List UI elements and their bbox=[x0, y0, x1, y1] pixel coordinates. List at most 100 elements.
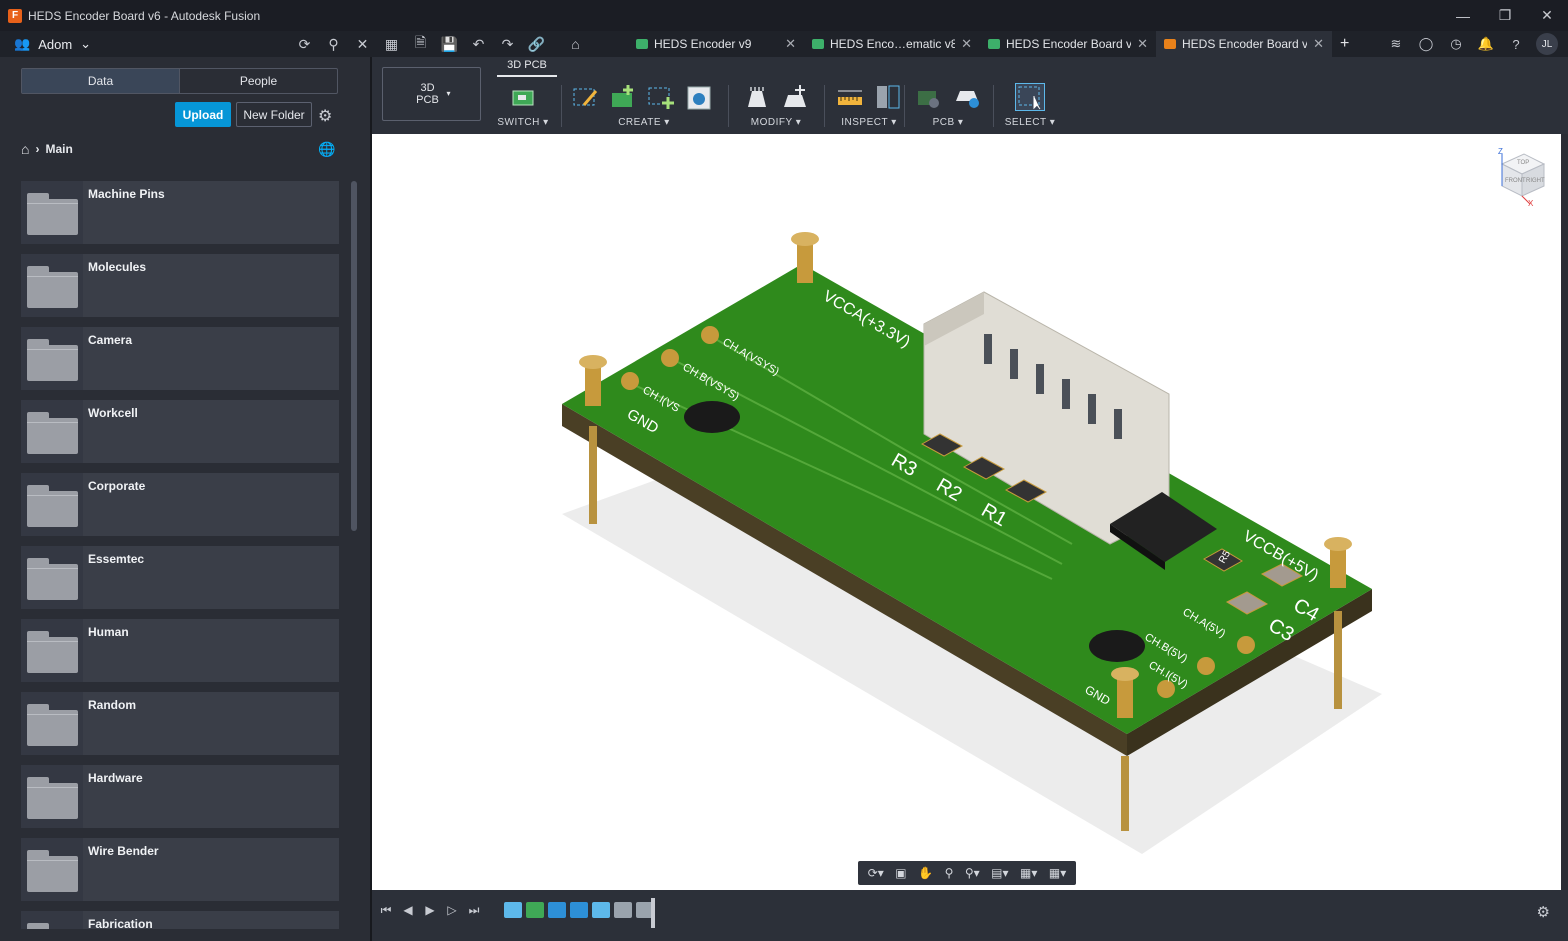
create-component-icon[interactable] bbox=[608, 83, 638, 111]
axis-x-label: X bbox=[1528, 199, 1534, 208]
folder-icon bbox=[21, 254, 83, 317]
list-item[interactable]: Camera bbox=[21, 327, 339, 390]
toolbar-separator bbox=[824, 85, 825, 127]
new-folder-button[interactable]: New Folder bbox=[236, 102, 312, 127]
refresh-icon[interactable]: ⟳ bbox=[290, 36, 319, 53]
sketch-icon[interactable] bbox=[570, 83, 600, 111]
list-item[interactable]: Machine Pins bbox=[21, 181, 339, 244]
notifications-bell-icon[interactable]: 🔔 bbox=[1476, 36, 1496, 52]
timeline-feature-image-icon[interactable] bbox=[548, 902, 566, 918]
fit-zoom-icon[interactable]: ⚲▾ bbox=[965, 866, 980, 880]
pan-hand-icon[interactable]: ✋ bbox=[918, 866, 933, 880]
timeline-feature-board-icon[interactable] bbox=[526, 902, 544, 918]
folder-list-scrollbar[interactable] bbox=[351, 181, 357, 531]
tab-data[interactable]: Data bbox=[22, 69, 179, 93]
home-icon[interactable]: ⌂ bbox=[21, 141, 29, 157]
upload-button[interactable]: Upload bbox=[175, 102, 231, 127]
undo-icon[interactable]: ↶ bbox=[464, 36, 493, 53]
pcb-sync-icon[interactable] bbox=[914, 83, 944, 111]
look-at-icon[interactable]: ▣ bbox=[895, 866, 906, 880]
folder-icon bbox=[21, 619, 83, 682]
modify-footprint-icon[interactable] bbox=[742, 83, 772, 111]
timeline-gear-icon[interactable]: ⚙ bbox=[1537, 903, 1550, 921]
play-icon[interactable]: ▶ bbox=[424, 903, 436, 918]
close-window-button[interactable]: ✕ bbox=[1526, 0, 1568, 31]
document-tab-4-active[interactable]: HEDS Encoder Board v6 ✕ bbox=[1156, 31, 1332, 57]
list-item[interactable]: Corporate bbox=[21, 473, 339, 536]
move-component-icon[interactable] bbox=[780, 83, 810, 111]
timeline-feature-sketch-icon[interactable] bbox=[592, 902, 610, 918]
workspace-switcher[interactable]: 3D PCB ▾ bbox=[382, 67, 481, 121]
3d-viewport[interactable]: VCCA(+3.3V) CH.A(VSYS) CH.B(VSYS) CH.I(V… bbox=[372, 134, 1561, 890]
timeline-feature-body-icon[interactable] bbox=[614, 902, 632, 918]
select-icon[interactable] bbox=[1015, 83, 1045, 111]
new-tab-button[interactable]: + bbox=[1332, 31, 1372, 57]
pcb-settings-icon[interactable] bbox=[952, 83, 982, 111]
tab-close-icon[interactable]: ✕ bbox=[1137, 36, 1148, 52]
file-menu-icon[interactable]: 🗎 bbox=[406, 32, 435, 56]
globe-icon[interactable]: 🌐 bbox=[318, 141, 335, 158]
measure-icon[interactable] bbox=[835, 83, 865, 111]
zoom-icon[interactable]: ⚲ bbox=[945, 866, 954, 880]
switch-to-pcb-icon[interactable] bbox=[508, 83, 538, 111]
grid-settings-icon[interactable]: ▦▾ bbox=[1020, 866, 1037, 880]
list-item[interactable]: Random bbox=[21, 692, 339, 755]
display-settings-icon[interactable]: ▤▾ bbox=[991, 866, 1008, 880]
viewcube-front: FRONT bbox=[1505, 178, 1526, 184]
gear-icon[interactable]: ⚙ bbox=[318, 106, 332, 126]
breadcrumb-main[interactable]: Main bbox=[45, 142, 72, 156]
modify-menu[interactable]: MODIFY ▾ bbox=[736, 117, 816, 128]
extensions-icon[interactable]: ≋ bbox=[1386, 36, 1406, 52]
timeline-marker[interactable] bbox=[651, 898, 655, 928]
select-menu[interactable]: SELECT ▾ bbox=[999, 117, 1061, 128]
tab-close-icon[interactable]: ✕ bbox=[961, 36, 972, 52]
clock-icon[interactable]: ◷ bbox=[1446, 36, 1466, 52]
list-item[interactable]: Human bbox=[21, 619, 339, 682]
tab-close-icon[interactable]: ✕ bbox=[785, 36, 796, 52]
list-item[interactable]: Essemtec bbox=[21, 546, 339, 609]
team-switcher[interactable]: 👥 Adom ⌄ bbox=[14, 36, 284, 52]
create-outline-icon[interactable] bbox=[646, 83, 676, 111]
pcb-menu[interactable]: PCB ▾ bbox=[910, 117, 986, 128]
close-panel-icon[interactable]: ✕ bbox=[348, 36, 377, 53]
list-item[interactable]: Workcell bbox=[21, 400, 339, 463]
timeline-feature-sketch-icon[interactable] bbox=[504, 902, 522, 918]
go-to-end-icon[interactable]: ⏭ bbox=[468, 903, 480, 918]
maximize-button[interactable]: ❐ bbox=[1484, 0, 1526, 31]
tab-3d-pcb[interactable]: 3D PCB bbox=[497, 59, 557, 71]
switch-menu[interactable]: SWITCH ▾ bbox=[494, 117, 552, 128]
section-analysis-icon[interactable] bbox=[873, 83, 903, 111]
folder-icon bbox=[21, 473, 83, 536]
tab-people[interactable]: People bbox=[179, 69, 337, 93]
minimize-button[interactable]: — bbox=[1442, 0, 1484, 31]
link-icon[interactable]: 🔗 bbox=[522, 36, 551, 53]
timeline-feature-image-icon[interactable] bbox=[570, 902, 588, 918]
pcb-3d-scene: VCCA(+3.3V) CH.A(VSYS) CH.B(VSYS) CH.I(V… bbox=[562, 147, 1546, 854]
fusion-logo-icon: F bbox=[8, 8, 22, 23]
list-item[interactable]: Molecules bbox=[21, 254, 339, 317]
view-cube[interactable]: TOP FRONT RIGHT Z X bbox=[1498, 147, 1546, 208]
list-item[interactable]: Fabrication bbox=[21, 911, 339, 929]
app-grid-icon[interactable]: ▦ bbox=[377, 36, 406, 53]
redo-icon[interactable]: ↷ bbox=[493, 36, 522, 53]
document-tab-3[interactable]: HEDS Encoder Board v9 ✕ bbox=[980, 31, 1156, 57]
job-status-icon[interactable]: ◯ bbox=[1416, 36, 1436, 52]
list-item[interactable]: Wire Bender bbox=[21, 838, 339, 901]
viewports-icon[interactable]: ▦▾ bbox=[1049, 866, 1066, 880]
user-avatar[interactable]: JL bbox=[1536, 33, 1558, 55]
step-back-icon[interactable]: ◀ bbox=[402, 903, 414, 918]
go-to-start-icon[interactable]: ⏮ bbox=[380, 903, 392, 918]
search-icon[interactable]: ⚲ bbox=[319, 36, 348, 53]
document-tab-2[interactable]: HEDS Enco…ematic v8 ✕ bbox=[804, 31, 980, 57]
save-icon[interactable]: 💾 bbox=[435, 36, 464, 53]
help-icon[interactable]: ? bbox=[1506, 37, 1526, 52]
inspect-menu[interactable]: INSPECT ▾ bbox=[827, 117, 911, 128]
step-forward-icon[interactable]: ▷ bbox=[446, 903, 458, 918]
home-icon[interactable]: ⌂ bbox=[561, 36, 590, 52]
tab-close-icon[interactable]: ✕ bbox=[1313, 36, 1324, 52]
document-tab-1[interactable]: HEDS Encoder v9 ✕ bbox=[628, 31, 804, 57]
3d-model-icon[interactable] bbox=[684, 83, 714, 111]
create-menu[interactable]: CREATE ▾ bbox=[570, 117, 718, 128]
orbit-icon[interactable]: ⟳▾ bbox=[868, 866, 884, 880]
list-item[interactable]: Hardware bbox=[21, 765, 339, 828]
